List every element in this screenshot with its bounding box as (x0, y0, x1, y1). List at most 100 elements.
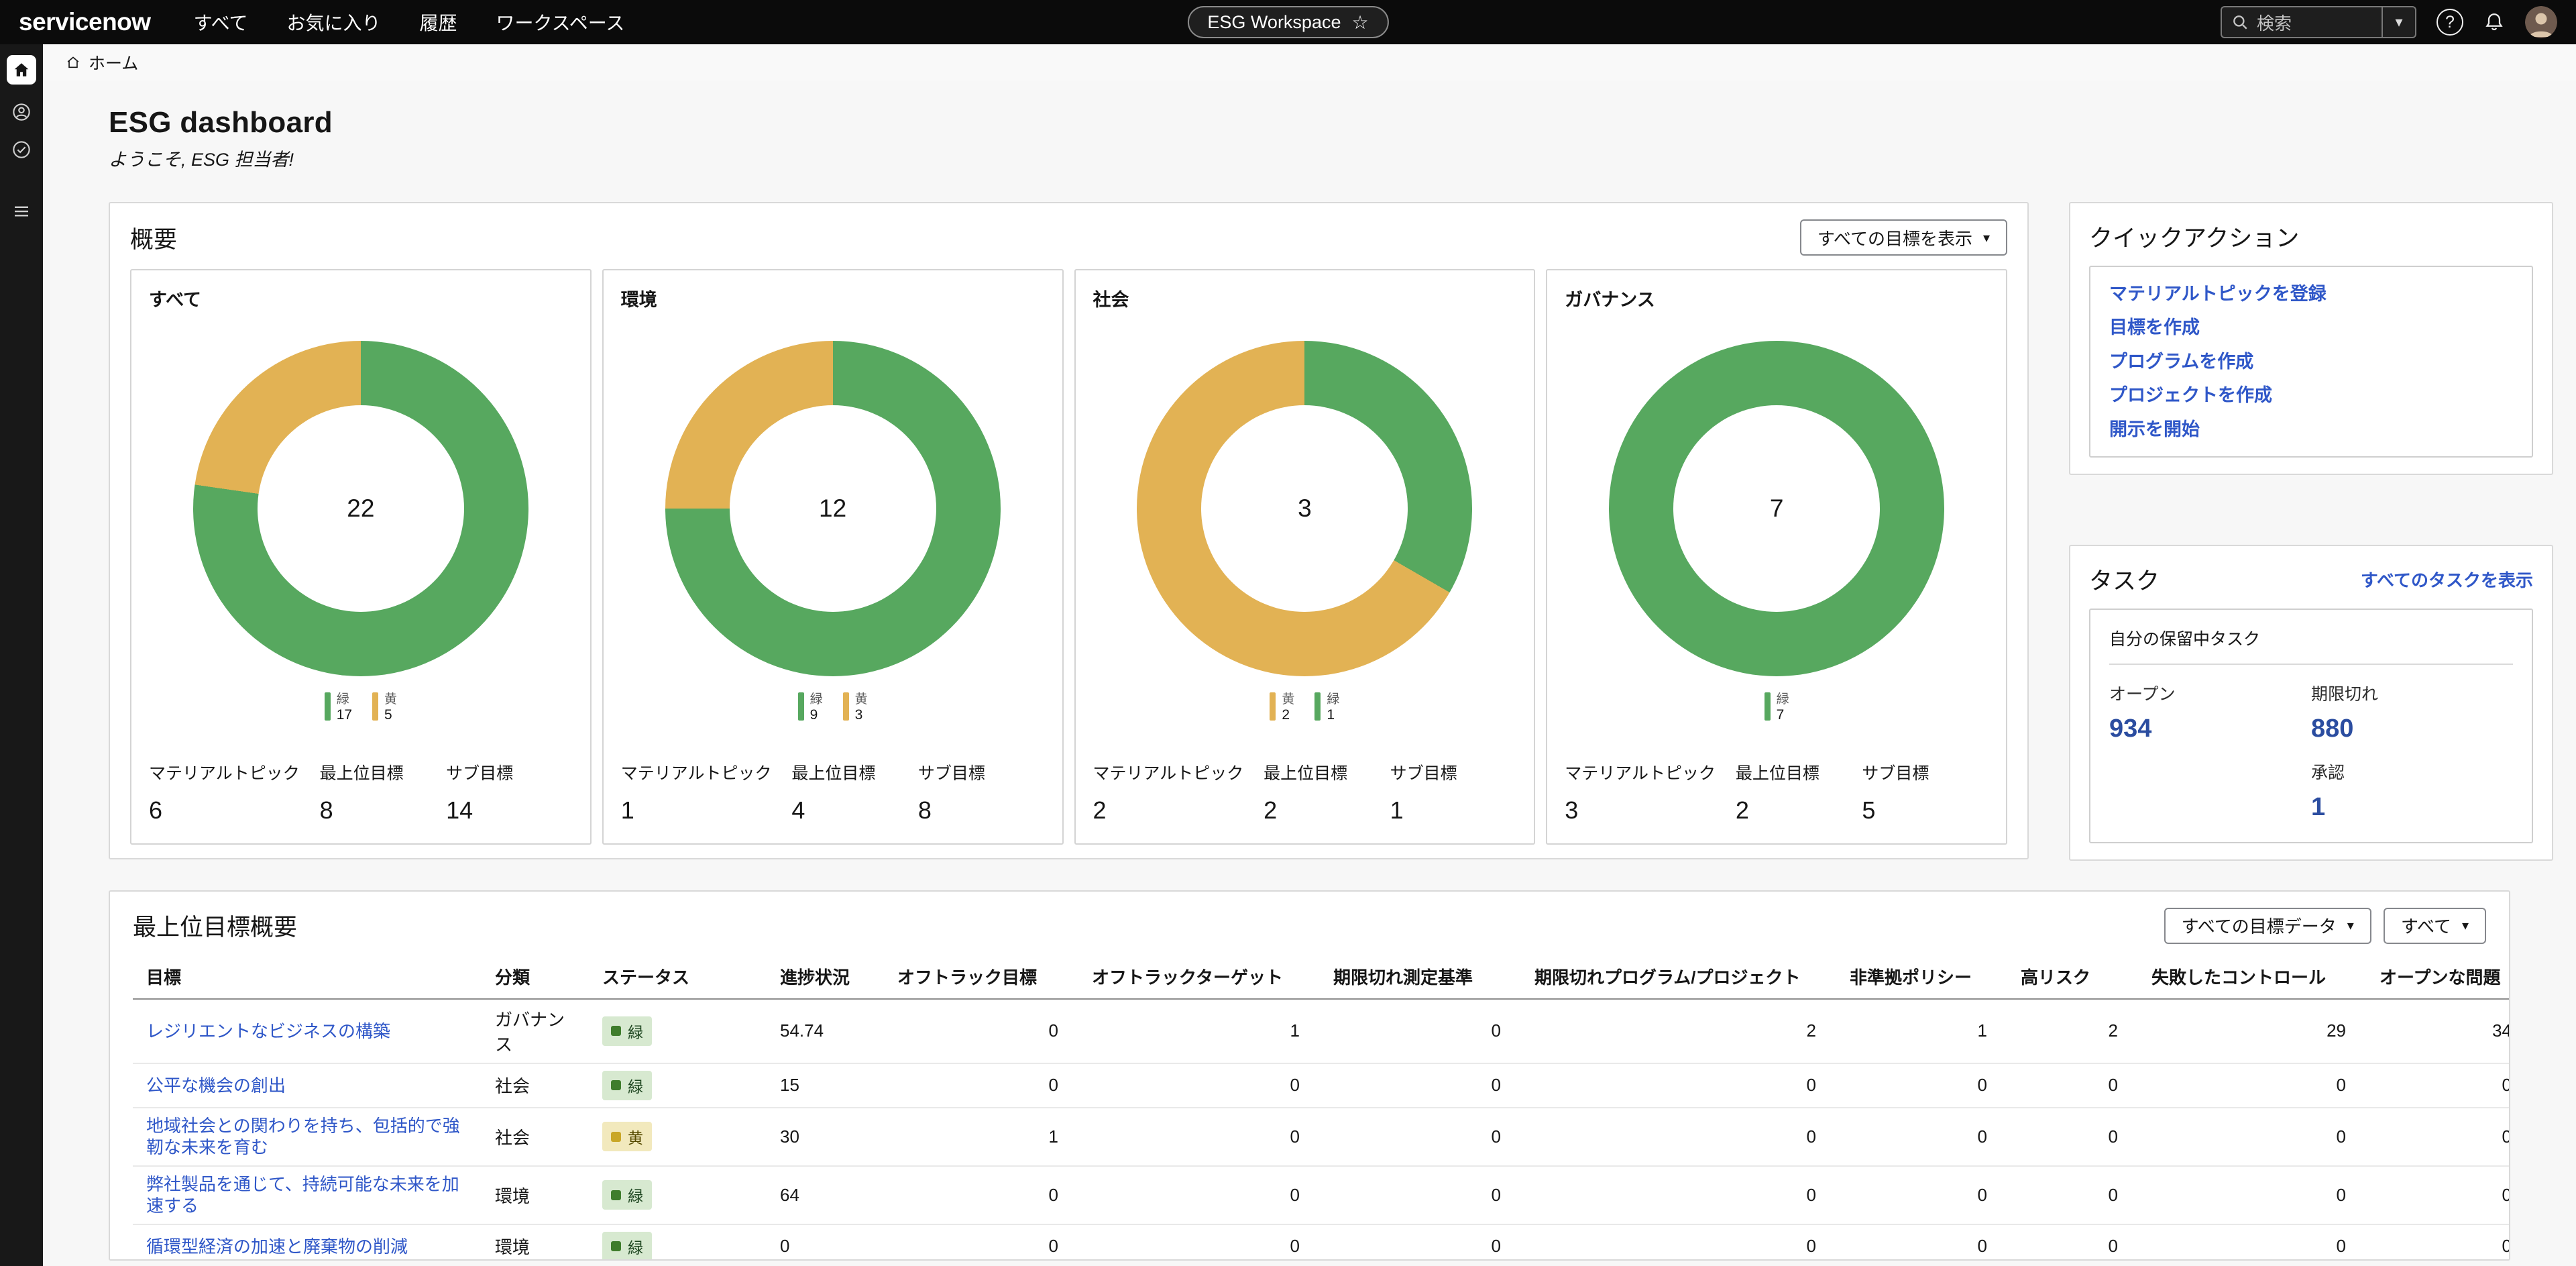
sidebar-item-profile[interactable] (11, 102, 32, 122)
avatar[interactable] (2525, 6, 2557, 38)
help-button[interactable]: ? (2437, 9, 2463, 36)
sidebar-item-home[interactable] (7, 55, 36, 85)
table-row[interactable]: 地域社会との関わりを持ち、包括的で強靭な未来を育む社会黄3010000000 (133, 1108, 2510, 1166)
column-header[interactable]: 期限切れ測定基準 (1320, 955, 1521, 999)
column-header[interactable]: 目標 (133, 955, 482, 999)
quick-action-link-3[interactable]: プログラムを作成 (2109, 351, 2513, 372)
table-row[interactable]: 弊社製品を通じて、持続可能な未来を加速する環境緑6400000000 (133, 1166, 2510, 1224)
goal-link[interactable]: レジリエントなビジネスの構築 (146, 1020, 390, 1043)
donut-chart[interactable]: 3 (1137, 341, 1472, 676)
breadcrumb-home[interactable]: ホーム (66, 50, 138, 74)
column-header[interactable]: 分類 (482, 955, 589, 999)
goal-link[interactable]: 公平な機会の創出 (146, 1075, 286, 1097)
nav-item-3[interactable]: 履歴 (420, 9, 457, 36)
chart-stats: マテリアルトピック6最上位目標8サブ目標14 (149, 760, 573, 829)
column-header[interactable]: 高リスク (2007, 955, 2138, 999)
table-cell: 0 (2138, 1166, 2366, 1224)
table-cell: 0 (1078, 1166, 1320, 1224)
sidebar-item-approvals[interactable] (11, 140, 32, 160)
legend-swatch (798, 692, 804, 721)
nav-item-2[interactable]: お気に入り (286, 9, 380, 36)
status-dot-icon (611, 1026, 621, 1036)
quick-action-link-2[interactable]: 目標を作成 (2109, 317, 2513, 338)
table-cell: 0 (2366, 1063, 2510, 1108)
show-all-goals-button[interactable]: すべての目標を表示 ▾ (1800, 219, 2007, 256)
goal-link[interactable]: 地域社会との関わりを持ち、包括的で強靭な未来を育む (146, 1115, 468, 1159)
quick-action-link-5[interactable]: 開示を開始 (2109, 419, 2513, 440)
table-row[interactable]: 公平な機会の創出社会緑1500000000 (133, 1063, 2510, 1108)
chevron-down-icon: ▾ (2395, 13, 2402, 31)
notifications-button[interactable] (2483, 11, 2505, 33)
overview-chart-panel: ガバナンス7緑7マテリアルトピック3最上位目標2サブ目標5 (1546, 269, 2007, 845)
workspace-pill[interactable]: ESG Workspace ☆ (1187, 6, 1388, 38)
view-all-tasks-link[interactable]: すべてのタスクを表示 (2361, 567, 2533, 592)
column-header[interactable]: オープンな問題 (2366, 955, 2510, 999)
stat-top-level-goals: 最上位目標2 (1736, 760, 1862, 825)
legend-item: 黄2 (1270, 692, 1294, 730)
overview-chart-panel: 社会3黄2緑1マテリアルトピック2最上位目標2サブ目標1 (1074, 269, 1536, 845)
table-cell: 環境 (482, 1166, 589, 1224)
bell-icon (2483, 11, 2505, 33)
nav-item-1[interactable]: すべて (194, 9, 248, 36)
approvals-label: 承認 (2311, 759, 2513, 784)
nav-item-4[interactable]: ワークスペース (496, 9, 625, 36)
table-cell: 0 (2007, 1063, 2138, 1108)
stat-top-level-goals: 最上位目標2 (1264, 760, 1390, 825)
overview-card: 概要 すべての目標を表示 ▾ すべて22緑17黄5マテリアルトピック6最上位目標… (109, 202, 2029, 859)
chart-stats: マテリアルトピック2最上位目標2サブ目標1 (1093, 760, 1517, 829)
column-header[interactable]: 失敗したコントロール (2138, 955, 2366, 999)
top-nav: servicenow すべて お気に入り 履歴 ワークスペース ESG Workspa… (0, 0, 2576, 44)
table-cell: 社会 (482, 1108, 589, 1166)
all-goal-data-button[interactable]: すべての目標データ ▾ (2164, 908, 2371, 944)
donut-chart[interactable]: 12 (665, 341, 1001, 676)
search-input[interactable]: 検索 (2221, 6, 2382, 38)
table-cell: 緑 (589, 1063, 767, 1108)
donut-chart[interactable]: 22 (193, 341, 528, 676)
chart-stats: マテリアルトピック3最上位目標2サブ目標5 (1565, 760, 1989, 829)
table-row[interactable]: レジリエントなビジネスの構築ガバナンス緑54.740102122934 (133, 999, 2510, 1063)
goal-table-card: 最上位目標概要 すべての目標データ ▾ すべて ▾ (109, 890, 2510, 1261)
legend-item: 緑17 (325, 692, 352, 730)
stat-sub-goals: サブ目標8 (918, 760, 1045, 825)
breadcrumb: ホーム (43, 44, 2576, 81)
column-header[interactable]: 進捗状況 (767, 955, 884, 999)
favorite-star-icon[interactable]: ☆ (1351, 11, 1368, 34)
goal-link[interactable]: 循環型経済の加速と廃棄物の削減 (146, 1236, 408, 1258)
chart-legend: 緑7 (1565, 692, 1989, 730)
table-cell: 0 (1078, 1224, 1320, 1261)
column-header[interactable]: 非準拠ポリシー (1836, 955, 2007, 999)
search-scope-dropdown[interactable]: ▾ (2382, 6, 2416, 38)
nav-menu: すべて お気に入り 履歴 ワークスペース (194, 9, 625, 36)
table-cell: 0 (1836, 1063, 2007, 1108)
column-header[interactable]: ステータス (589, 955, 767, 999)
column-header[interactable]: オフトラック目標 (884, 955, 1078, 999)
column-header[interactable]: 期限切れプログラム/プロジェクト (1521, 955, 1836, 999)
overdue-tasks-count[interactable]: 880 (2311, 715, 2513, 743)
donut-chart[interactable]: 7 (1609, 341, 1944, 676)
column-header[interactable]: オフトラックターゲット (1078, 955, 1320, 999)
table-row[interactable]: 循環型経済の加速と廃棄物の削減環境緑000000000 (133, 1224, 2510, 1261)
table-cell: 0 (1078, 1063, 1320, 1108)
all-goal-data-label: すべての目標データ (2182, 913, 2337, 938)
overdue-tasks-label: 期限切れ (2311, 681, 2513, 705)
all-filter-button[interactable]: すべて ▾ (2384, 908, 2486, 944)
approvals-count[interactable]: 1 (2311, 793, 2513, 822)
quick-actions-title: クイックアクション (2089, 219, 2533, 254)
goal-link[interactable]: 弊社製品を通じて、持続可能な未来を加速する (146, 1173, 468, 1217)
stat-sub-goals: サブ目標14 (446, 760, 573, 825)
chart-category-label: 環境 (621, 285, 1045, 311)
chart-legend: 黄2緑1 (1093, 692, 1517, 730)
quick-action-link-4[interactable]: プロジェクトを作成 (2109, 384, 2513, 406)
help-icon: ? (2445, 13, 2455, 32)
quick-action-link-1[interactable]: マテリアルトピックを登録 (2109, 283, 2513, 305)
open-tasks-count[interactable]: 934 (2109, 715, 2311, 743)
servicenow-logo[interactable]: servicenow (19, 8, 151, 36)
table-cell: 緑 (589, 1224, 767, 1261)
legend-item: 黄3 (843, 692, 868, 730)
status-dot-icon (611, 1080, 621, 1090)
overview-chart-panel: すべて22緑17黄5マテリアルトピック6最上位目標8サブ目標14 (130, 269, 592, 845)
table-cell: 0 (2007, 1108, 2138, 1166)
table-cell: 0 (2138, 1224, 2366, 1261)
sidebar-item-lists[interactable] (11, 201, 32, 221)
table-cell: 0 (1836, 1108, 2007, 1166)
